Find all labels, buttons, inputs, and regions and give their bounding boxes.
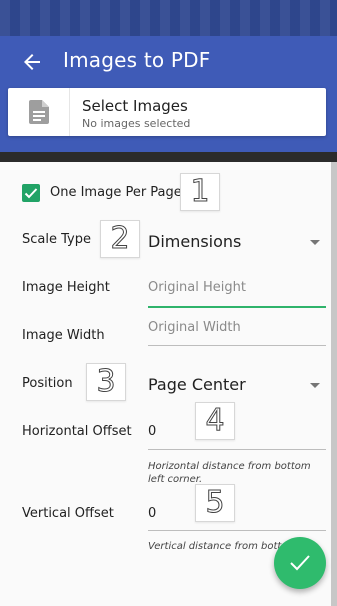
arrow-left-icon[interactable] xyxy=(20,50,44,74)
annotation-marker-4: 4 xyxy=(195,402,235,440)
vertical-offset-label: Vertical Offset xyxy=(22,506,114,521)
horizontal-offset-underline xyxy=(148,449,326,450)
image-height-input[interactable]: Original Height xyxy=(148,280,246,295)
one-image-per-page-checkbox[interactable] xyxy=(22,184,40,202)
image-width-input[interactable]: Original Width xyxy=(148,320,241,335)
chevron-down-icon xyxy=(310,240,320,245)
image-width-underline xyxy=(148,345,326,346)
document-icon xyxy=(29,100,49,124)
annotation-marker-3: 3 xyxy=(86,363,126,401)
select-images-title: Select Images xyxy=(82,97,188,115)
scale-type-label: Scale Type xyxy=(22,232,91,247)
annotation-marker-1: 1 xyxy=(180,173,220,211)
one-image-per-page-label: One Image Per Page xyxy=(50,185,182,200)
vertical-offset-underline xyxy=(148,530,326,531)
document-icon-container xyxy=(8,88,70,136)
annotation-marker-2: 2 xyxy=(100,220,140,258)
scale-type-dropdown[interactable]: Dimensions xyxy=(148,232,241,251)
check-icon xyxy=(290,555,310,571)
app-title: Images to PDF xyxy=(63,48,211,72)
divider-bar xyxy=(0,152,337,162)
check-icon xyxy=(24,188,38,199)
scrollbar-track[interactable] xyxy=(331,162,337,606)
annotation-marker-5: 5 xyxy=(195,484,235,522)
vertical-offset-input[interactable]: 0 xyxy=(148,506,156,521)
image-height-underline xyxy=(148,306,326,308)
chevron-down-icon xyxy=(310,383,320,388)
image-height-label: Image Height xyxy=(22,280,110,295)
select-images-subtitle: No images selected xyxy=(82,117,191,130)
horizontal-offset-input[interactable]: 0 xyxy=(148,424,156,439)
position-dropdown[interactable]: Page Center xyxy=(148,375,246,394)
status-bar xyxy=(0,0,337,36)
confirm-fab-button[interactable] xyxy=(274,537,326,589)
horizontal-offset-label: Horizontal Offset xyxy=(22,424,132,439)
horizontal-offset-helper: Horizontal distance from bottom left cor… xyxy=(148,461,311,485)
image-width-label: Image Width xyxy=(22,328,105,343)
position-label: Position xyxy=(22,376,73,391)
select-images-button[interactable]: Select Images No images selected xyxy=(8,88,326,136)
app-bar: Images to PDF Select Images No images se… xyxy=(0,36,337,152)
